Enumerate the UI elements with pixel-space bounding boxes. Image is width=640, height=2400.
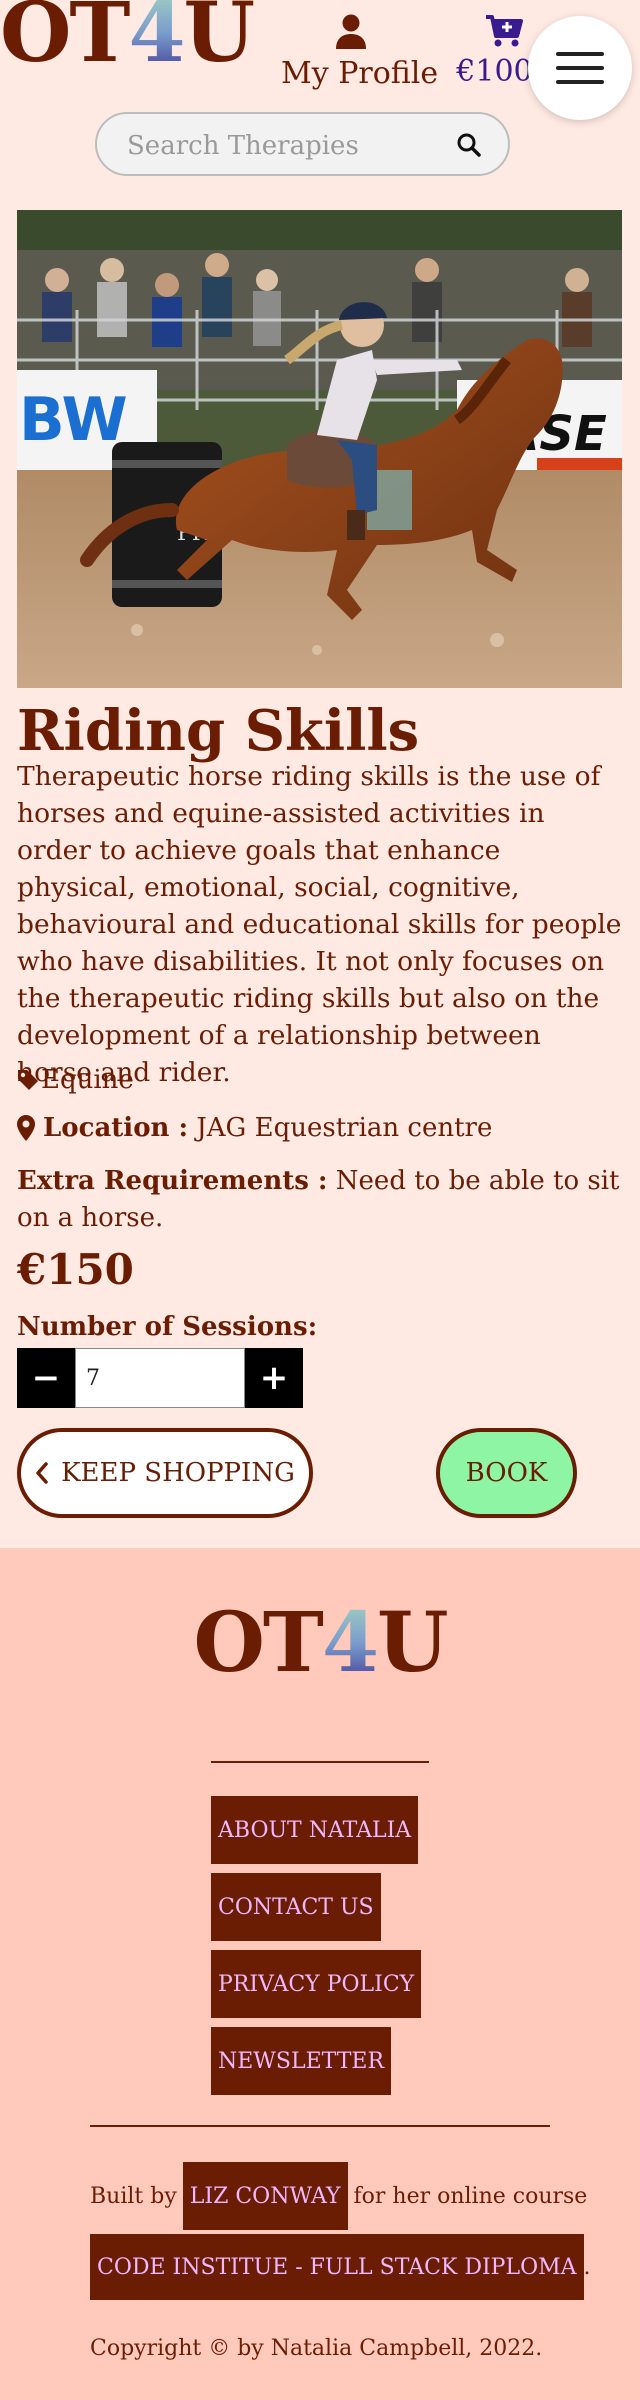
sessions-label: Number of Sessions: xyxy=(17,1312,318,1342)
quantity-stepper: − + xyxy=(17,1348,303,1408)
location-value: JAG Equestrian centre xyxy=(196,1113,493,1143)
product-description: Therapeutic horse riding skills is the u… xyxy=(17,761,622,1088)
footer-logo-four: 4 xyxy=(321,1595,379,1691)
footer-divider-bottom xyxy=(90,2125,550,2127)
footer-divider-top xyxy=(211,1761,429,1763)
map-marker-icon xyxy=(17,1115,35,1141)
logo-text-right: U xyxy=(183,0,256,81)
author-link[interactable]: LIZ CONWAY xyxy=(182,2162,348,2230)
product-category[interactable]: Equine xyxy=(17,1065,134,1095)
extra-requirements: Extra Requirements : Need to be able to … xyxy=(17,1163,623,1237)
sessions-input[interactable] xyxy=(75,1348,245,1408)
course-link[interactable]: CODE INSTITUE - FULL STACK DIPLOMA xyxy=(90,2234,584,2300)
built-by-prefix: Built by xyxy=(90,2183,177,2209)
tag-icon xyxy=(17,1069,39,1091)
product-title: Riding Skills xyxy=(17,698,420,764)
product-image: BW CASE I ALB PREM xyxy=(17,210,622,688)
increment-button[interactable]: + xyxy=(245,1348,303,1408)
book-button[interactable]: BOOK xyxy=(436,1428,577,1518)
footer-logo[interactable]: OT4U xyxy=(0,1602,640,1684)
product-location: Location : JAG Equestrian centre xyxy=(17,1113,492,1143)
footer-logo-left: OT xyxy=(193,1595,323,1691)
logo-text-left: OT xyxy=(0,0,130,81)
copyright-text: Copyright © by Natalia Campbell, 2022. xyxy=(90,2336,543,2361)
footer-credits: Built by LIZ CONWAY for her online cours… xyxy=(90,2162,587,2230)
footer-link-newsletter[interactable]: NEWSLETTER xyxy=(211,2027,392,2095)
user-icon xyxy=(281,14,421,50)
footer-logo-right: U xyxy=(377,1595,449,1691)
chevron-left-icon xyxy=(35,1462,49,1484)
my-profile-link[interactable]: My Profile xyxy=(281,14,439,91)
decrement-button[interactable]: − xyxy=(17,1348,75,1408)
footer-link-privacy[interactable]: PRIVACY POLICY xyxy=(211,1950,422,2018)
logo-text-four: 4 xyxy=(128,0,185,81)
hamburger-menu-button[interactable] xyxy=(528,16,632,120)
search-bar xyxy=(95,112,510,176)
product-price: €150 xyxy=(17,1245,134,1294)
hamburger-icon xyxy=(556,52,604,84)
search-icon[interactable] xyxy=(456,132,482,162)
extra-requirements-label: Extra Requirements : xyxy=(17,1166,328,1196)
svg-text:BW: BW xyxy=(19,385,128,455)
course-credit: CODE INSTITUE - FULL STACK DIPLOMA. xyxy=(90,2234,591,2300)
category-label: Equine xyxy=(41,1065,134,1095)
my-profile-label: My Profile xyxy=(281,56,439,91)
keep-shopping-button[interactable]: KEEP SHOPPING xyxy=(17,1428,313,1518)
footer-link-contact[interactable]: CONTACT US xyxy=(211,1873,381,1941)
keep-shopping-label: KEEP SHOPPING xyxy=(61,1458,295,1488)
footer-link-about[interactable]: ABOUT NATALIA xyxy=(211,1796,419,1864)
site-logo[interactable]: OT4U xyxy=(0,0,255,74)
course-suffix: . xyxy=(583,2254,591,2280)
built-by-suffix: for her online course xyxy=(353,2183,588,2209)
search-input[interactable] xyxy=(127,126,427,166)
location-label: Location : xyxy=(43,1113,189,1143)
site-footer: OT4U ABOUT NATALIA CONTACT US PRIVACY PO… xyxy=(0,1548,640,2400)
